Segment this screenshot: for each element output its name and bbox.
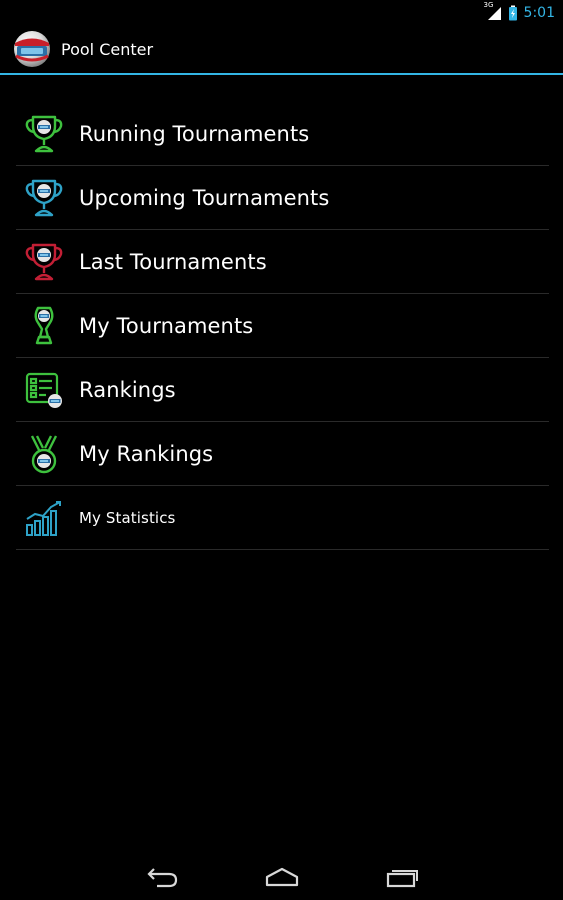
ranking-board-icon (22, 368, 66, 412)
menu-item-my-statistics[interactable]: My Statistics (16, 486, 549, 550)
menu-item-label: Rankings (79, 377, 176, 402)
trophy-icon (22, 176, 66, 220)
menu-item-label: Upcoming Tournaments (79, 185, 330, 210)
recent-apps-icon[interactable] (382, 864, 422, 890)
menu-item-upcoming-tournaments[interactable]: Upcoming Tournaments (16, 166, 549, 230)
menu-item-label: My Rankings (79, 441, 214, 466)
menu-item-label: My Tournaments (79, 313, 254, 338)
network-type: 3G (483, 1, 494, 9)
back-icon[interactable] (142, 864, 182, 890)
pool-ball-icon[interactable] (13, 30, 51, 68)
menu-item-running-tournaments[interactable]: Running Tournaments (16, 102, 549, 166)
signal-icon: 3G (484, 1, 502, 21)
menu-item-rankings[interactable]: Rankings (16, 358, 549, 422)
statistics-chart-icon (22, 496, 66, 540)
menu-item-my-rankings[interactable]: My Rankings (16, 422, 549, 486)
menu-item-label: Running Tournaments (79, 121, 310, 146)
status-icons: 3G 5:01 (484, 1, 555, 23)
app-title: Pool Center (61, 40, 154, 59)
status-bar: 3G 5:01 (0, 0, 563, 26)
battery-icon (508, 5, 518, 21)
main-menu: Running Tournaments Upcoming Tournaments (16, 102, 549, 550)
medal-icon (22, 432, 66, 476)
menu-item-last-tournaments[interactable]: Last Tournaments (16, 230, 549, 294)
menu-item-label: My Statistics (79, 508, 176, 527)
menu-item-label: Last Tournaments (79, 249, 267, 274)
home-icon[interactable] (262, 864, 302, 890)
navigation-bar (0, 852, 563, 900)
cup-icon (22, 304, 66, 348)
action-bar: Pool Center (0, 26, 563, 74)
trophy-icon (22, 240, 66, 284)
status-time: 5:01 (523, 5, 555, 21)
action-bar-divider (0, 73, 563, 75)
trophy-icon (22, 112, 66, 156)
menu-item-my-tournaments[interactable]: My Tournaments (16, 294, 549, 358)
